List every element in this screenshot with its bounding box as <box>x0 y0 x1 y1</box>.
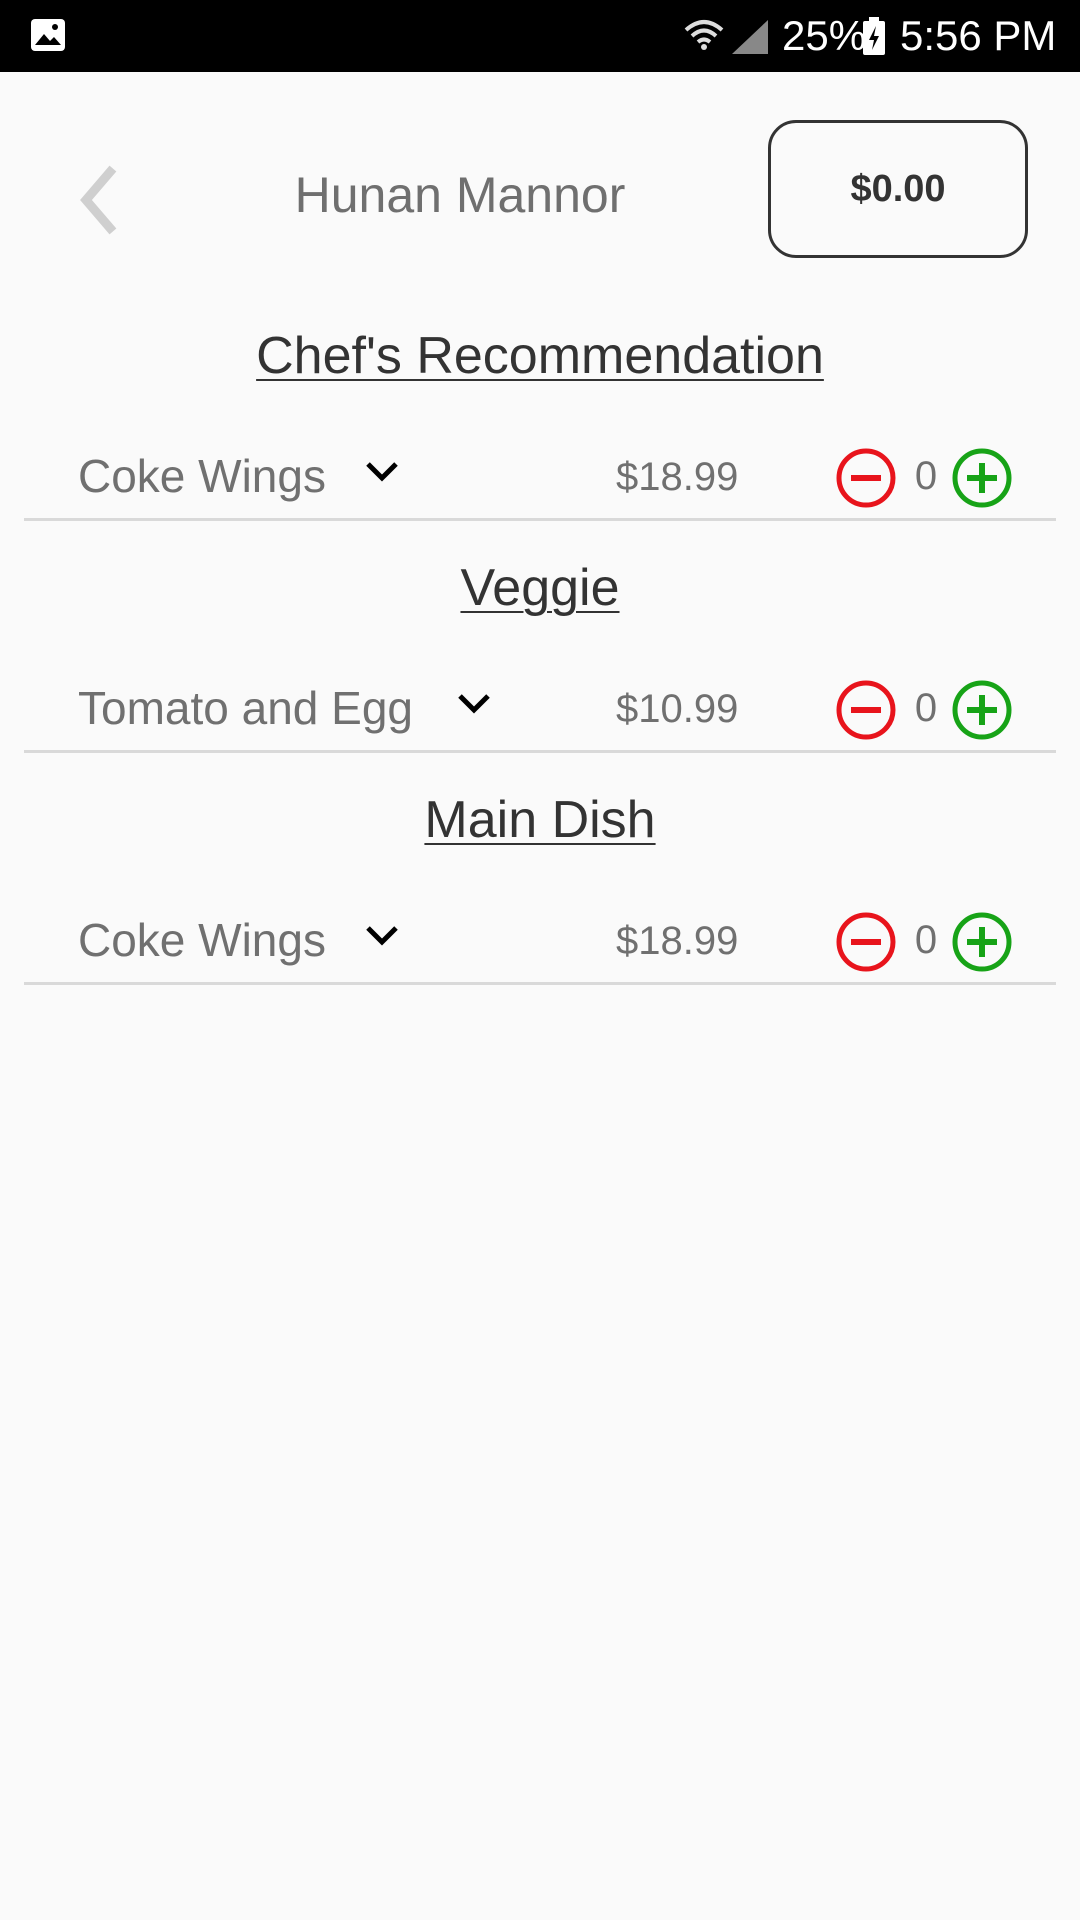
dish-name: Coke Wings <box>78 450 326 502</box>
signal-icon <box>732 20 768 54</box>
dish-name: Tomato and Egg <box>78 682 414 734</box>
minus-circle-icon[interactable] <box>836 448 896 508</box>
dish-price: $18.99 <box>616 919 739 963</box>
battery-percent: 25% <box>782 12 867 59</box>
chevron-down-icon[interactable] <box>362 920 402 950</box>
minus-circle-icon[interactable] <box>836 912 896 972</box>
menu-item-row: Coke Wings $18.99 0 <box>24 430 1056 521</box>
quantity-value: 0 <box>914 918 938 962</box>
quantity-value: 0 <box>914 686 938 730</box>
section-title-text: Chef's Recommendation <box>256 327 824 385</box>
battery-icon <box>863 17 885 55</box>
gallery-icon <box>31 19 65 51</box>
chevron-down-icon[interactable] <box>362 456 402 486</box>
menu-item-row: Coke Wings $18.99 0 <box>24 894 1056 985</box>
quantity-value: 0 <box>914 454 938 498</box>
wifi-icon <box>684 20 724 50</box>
dish-name: Coke Wings <box>78 914 326 966</box>
clock: 5:56 PM <box>900 12 1057 59</box>
page-title: Hunan Mannor <box>294 167 626 223</box>
chevron-left-icon <box>80 165 117 235</box>
back-button[interactable] <box>70 162 130 238</box>
minus-circle-icon[interactable] <box>836 680 896 740</box>
cart-total-button[interactable]: $0.00 <box>768 120 1028 258</box>
chevron-down-icon[interactable] <box>454 688 494 718</box>
section-title: Chef's Recommendation <box>0 324 1080 388</box>
dish-price: $10.99 <box>616 687 739 731</box>
plus-circle-icon[interactable] <box>952 680 1012 740</box>
dish-price: $18.99 <box>616 455 739 499</box>
status-bar: 25% 5:56 PM <box>0 0 1080 72</box>
section-title: Veggie <box>0 556 1080 620</box>
menu-item-row: Tomato and Egg $10.99 0 <box>24 662 1056 753</box>
section-title-text: Veggie <box>460 559 620 617</box>
section-title-text: Main Dish <box>424 791 656 849</box>
section-title: Main Dish <box>0 788 1080 852</box>
plus-circle-icon[interactable] <box>952 912 1012 972</box>
header: Hunan Mannor $0.00 <box>0 72 1080 312</box>
plus-circle-icon[interactable] <box>952 448 1012 508</box>
